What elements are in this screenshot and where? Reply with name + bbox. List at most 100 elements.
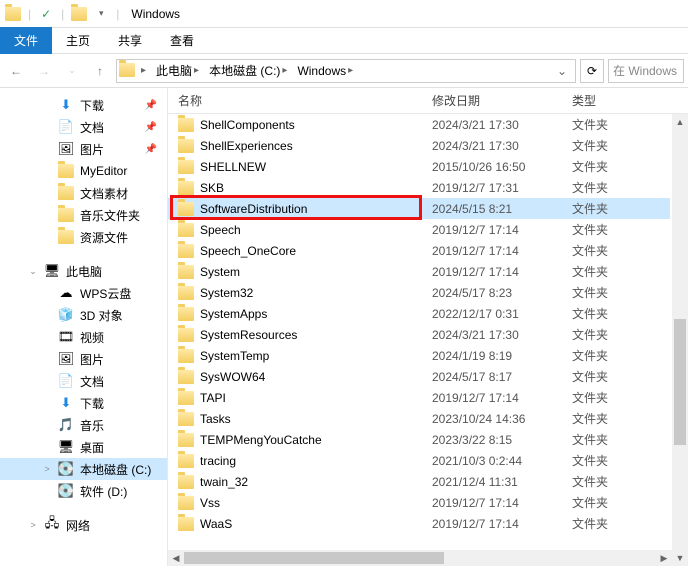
file-row[interactable]: Speech2019/12/7 17:14文件夹 [168,219,670,240]
file-name: Tasks [200,412,231,426]
nav-item[interactable]: 音乐文件夹 [0,204,167,226]
forward-button[interactable]: → [32,59,56,83]
refresh-button[interactable]: ⟳ [580,59,604,83]
chevron-right-icon: ▸ [348,65,353,76]
file-list: ShellComponents2024/3/21 17:30文件夹ShellEx… [168,114,688,566]
file-type: 文件夹 [572,200,670,217]
file-row[interactable]: WaaS2019/12/7 17:14文件夹 [168,513,670,534]
file-date: 2024/5/17 8:17 [432,370,572,384]
folder-icon [6,7,20,21]
file-row[interactable]: SystemApps2022/12/17 0:31文件夹 [168,303,670,324]
file-row[interactable]: Speech_OneCore2019/12/7 17:14文件夹 [168,240,670,261]
search-input[interactable]: 在 Windows [608,59,684,83]
file-row[interactable]: Tasks2023/10/24 14:36文件夹 [168,408,670,429]
recent-dropdown[interactable]: ⌄ [60,59,84,83]
nav-item[interactable]: 🖼图片📌 [0,138,167,160]
back-button[interactable]: ← [4,59,28,83]
file-date: 2024/5/15 8:21 [432,202,572,216]
nav-item[interactable]: 文档素材 [0,182,167,204]
column-date[interactable]: 修改日期 [432,92,572,109]
file-date: 2023/3/22 8:15 [432,433,572,447]
file-name: SystemTemp [200,349,269,363]
nav-item[interactable]: >💽本地磁盘 (C:) [0,458,167,480]
nav-item[interactable]: 📄文档📌 [0,116,167,138]
tab-view[interactable]: 查看 [156,27,208,54]
scroll-up-button[interactable]: ▲ [672,114,688,130]
file-row[interactable]: SoftwareDistribution2024/5/15 8:21文件夹 [168,198,670,219]
file-row[interactable]: Vss2019/12/7 17:14文件夹 [168,492,670,513]
file-type: 文件夹 [572,326,670,343]
file-name: SysWOW64 [200,370,265,384]
folder-icon [178,202,194,216]
nav-item[interactable]: 资源文件 [0,226,167,248]
file-row[interactable]: SystemResources2024/3/21 17:30文件夹 [168,324,670,345]
file-name: SKB [200,181,224,195]
nav-item[interactable]: MyEditor [0,160,167,182]
horizontal-scrollbar[interactable]: ◀ ▶ [168,550,672,566]
nav-item[interactable]: 💽软件 (D:) [0,480,167,502]
check-icon: ✓ [39,7,53,21]
file-row[interactable]: System2019/12/7 17:14文件夹 [168,261,670,282]
file-type: 文件夹 [572,137,670,154]
file-row[interactable]: SKB2019/12/7 17:31文件夹 [168,177,670,198]
file-row[interactable]: SysWOW642024/5/17 8:17文件夹 [168,366,670,387]
file-date: 2022/12/17 0:31 [432,307,572,321]
crumb-drive-c[interactable]: 本地磁盘 (C:)▸ [205,62,291,79]
column-name[interactable]: 名称 [178,92,432,109]
file-type: 文件夹 [572,179,670,196]
folder-icon [178,475,194,489]
file-row[interactable]: ShellExperiences2024/3/21 17:30文件夹 [168,135,670,156]
crumb-thispc[interactable]: 此电脑▸ [152,62,203,79]
scroll-right-button[interactable]: ▶ [656,550,672,566]
scroll-thumb-h[interactable] [184,552,444,564]
nav-item[interactable]: 🖼图片 [0,348,167,370]
address-dropdown[interactable]: ⌄ [551,64,573,78]
file-type: 文件夹 [572,263,670,280]
nav-item[interactable]: 🧊3D 对象 [0,304,167,326]
nav-item[interactable]: 🎞视频 [0,326,167,348]
file-row[interactable]: TEMPMengYouCatche2023/3/22 8:15文件夹 [168,429,670,450]
folder-icon [178,391,194,405]
pin-icon: 📌 [145,144,157,155]
tab-share[interactable]: 共享 [104,27,156,54]
nav-item[interactable]: >🖧网络 [0,514,167,536]
window-title: Windows [131,7,180,21]
column-type[interactable]: 类型 [572,92,688,109]
tab-home[interactable]: 主页 [52,27,104,54]
address-bar[interactable]: ▸ 此电脑▸ 本地磁盘 (C:)▸ Windows▸ ⌄ [116,59,576,83]
file-row[interactable]: tracing2021/10/3 0:2:44文件夹 [168,450,670,471]
nav-toolbar: ← → ⌄ ↑ ▸ 此电脑▸ 本地磁盘 (C:)▸ Windows▸ ⌄ ⟳ 在… [0,54,688,88]
nav-item[interactable]: ☁WPS云盘 [0,282,167,304]
scroll-left-button[interactable]: ◀ [168,550,184,566]
nav-item[interactable]: ⬇下载📌 [0,94,167,116]
file-row[interactable]: ShellComponents2024/3/21 17:30文件夹 [168,114,670,135]
vertical-scrollbar[interactable]: ▲ ▼ [672,114,688,566]
file-date: 2024/1/19 8:19 [432,349,572,363]
qat-dropdown-icon[interactable]: ▾ [94,7,108,21]
folder-icon [178,349,194,363]
nav-item[interactable]: ⬇下载 [0,392,167,414]
nav-item[interactable]: 📄文档 [0,370,167,392]
chevron-right-icon[interactable]: ▸ [141,65,146,76]
file-row[interactable]: SHELLNEW2015/10/26 16:50文件夹 [168,156,670,177]
scroll-down-button[interactable]: ▼ [672,550,688,566]
nav-item[interactable]: 🖥桌面 [0,436,167,458]
file-row[interactable]: twain_322021/12/4 11:31文件夹 [168,471,670,492]
file-type: 文件夹 [572,410,670,427]
folder-icon [178,307,194,321]
up-button[interactable]: ↑ [88,59,112,83]
file-row[interactable]: System322024/5/17 8:23文件夹 [168,282,670,303]
tab-file[interactable]: 文件 [0,27,52,54]
file-list-pane: 名称 修改日期 类型 ShellComponents2024/3/21 17:3… [168,88,688,566]
file-type: 文件夹 [572,515,670,532]
file-name: TAPI [200,391,226,405]
file-row[interactable]: SystemTemp 2024/1/19 8:19文件夹 [168,345,670,366]
nav-item[interactable]: ⌄🖥此电脑 [0,260,167,282]
file-row[interactable]: TAPI2019/12/7 17:14文件夹 [168,387,670,408]
crumb-windows[interactable]: Windows▸ [293,64,357,78]
scroll-thumb[interactable] [674,319,686,445]
file-type: 文件夹 [572,347,670,364]
folder-icon [178,370,194,384]
chevron-right-icon: ▸ [194,65,199,76]
nav-item[interactable]: 🎵音乐 [0,414,167,436]
